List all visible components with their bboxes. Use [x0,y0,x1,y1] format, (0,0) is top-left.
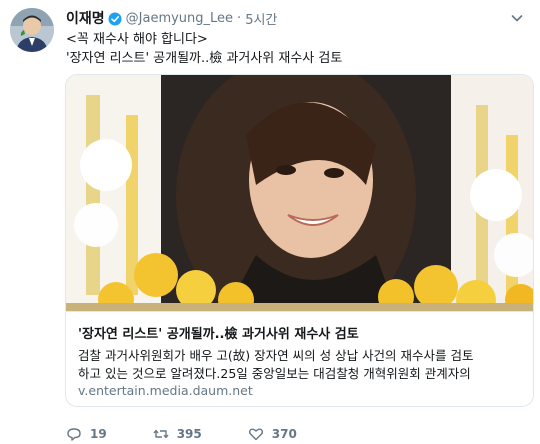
like-count: 370 [271,427,297,441]
author-name[interactable]: 이재명 [66,8,105,28]
retweet-count: 395 [176,427,202,441]
chevron-down-icon[interactable] [510,10,524,24]
retweet-icon [153,429,169,439]
tweet-header: 이재명 @Jaemyung_Lee · 5시간 [66,8,277,28]
card-domain: v.entertain.media.daum.net [78,383,253,398]
tweet-text-line: <꼭 재수사 해야 합니다> [66,32,208,47]
like-button[interactable]: 370 [248,426,297,442]
tweet[interactable]: 이재명 @Jaemyung_Lee · 5시간 <꼭 재수사 해야 합니다> '… [0,0,540,444]
card-body[interactable]: '장자연 리스트' 공개될까..檢 과거사위 재수사 검토 검찰 과거사위원회가… [66,311,533,406]
reply-button[interactable]: 19 [66,426,107,442]
verified-icon [108,11,122,26]
like-icon [248,428,263,441]
reply-count: 19 [90,427,107,441]
tweet-actions: 19 395 370 [66,424,343,444]
reply-icon [67,428,81,441]
retweet-button[interactable]: 395 [153,426,202,442]
link-card[interactable]: '장자연 리스트' 공개될까..檢 과거사위 재수사 검토 검찰 과거사위원회가… [65,74,534,407]
avatar[interactable] [10,8,54,52]
card-image[interactable] [66,75,533,335]
tweet-timestamp[interactable]: 5시간 [245,9,277,28]
card-description-line: 검찰 과거사위원회가 배우 고(故) 장자연 씨의 성 상납 사건의 재수사를 … [78,348,474,363]
header-separator: · [237,10,242,26]
card-description-line: 하고 있는 것으로 알려졌다.25일 중앙일보는 대검찰청 개혁위원회 관계자의 [78,366,471,381]
tweet-text-line: '장자연 리스트' 공개될까..檢 과거사위 재수사 검토 [66,51,343,66]
author-handle[interactable]: @Jaemyung_Lee [126,11,233,26]
card-title: '장자연 리스트' 공개될까..檢 과거사위 재수사 검토 [78,327,359,342]
